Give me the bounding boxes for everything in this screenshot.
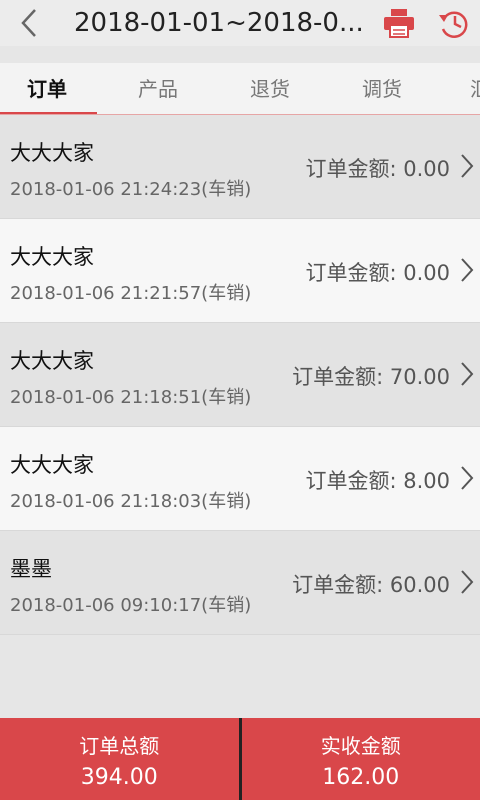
received-amount-box: 实收金额 162.00 [241,718,480,800]
header-bar: 2018-01-01~2018-0... [0,0,480,46]
order-total-box: 订单总额 394.00 [0,718,239,800]
back-chevron-icon [21,9,36,37]
order-time: 2018-01-06 21:24:23(车销) [10,179,252,200]
customer-name: 大大大家 [10,349,94,373]
chevron-right-icon [461,362,474,386]
print-button[interactable] [372,0,426,46]
tab-returns[interactable]: 退货 [220,63,320,114]
back-button[interactable] [0,0,60,46]
tab-orders[interactable]: 订单 [0,63,97,114]
received-amount-label: 实收金额 [320,734,401,758]
order-row[interactable]: 大大大家 2018-01-06 21:18:51(车销) 订单金额: 70.00 [0,323,480,427]
order-row[interactable]: 大大大家 2018-01-06 21:21:57(车销) 订单金额: 0.00 [0,219,480,323]
customer-name: 墨墨 [10,557,52,581]
summary-footer: 订单总额 394.00 实收金额 162.00 [0,718,480,800]
received-amount-value: 162.00 [322,765,400,790]
tab-label: 调货 [362,77,402,101]
tab-label: 汇 [470,77,480,101]
chevron-right-icon [461,466,474,490]
chevron-right-icon [461,154,474,178]
order-row[interactable]: 墨墨 2018-01-06 09:10:17(车销) 订单金额: 60.00 [0,531,480,635]
order-amount: 订单金额: 60.00 [292,573,450,597]
order-amount: 订单金额: 8.00 [305,469,450,493]
page-title: 2018-01-01~2018-0... [74,8,364,38]
order-time: 2018-01-06 21:21:57(车销) [10,283,252,304]
order-amount: 订单金额: 0.00 [305,157,450,181]
tab-label: 产品 [138,77,178,101]
order-list: 大大大家 2018-01-06 21:24:23(车销) 订单金额: 0.00 … [0,115,480,635]
order-time: 2018-01-06 09:10:17(车销) [10,595,252,616]
tab-label: 订单 [27,77,67,101]
tab-summary[interactable]: 汇 [446,63,480,114]
tab-label: 退货 [250,77,290,101]
customer-name: 大大大家 [10,245,94,269]
order-row[interactable]: 大大大家 2018-01-06 21:18:03(车销) 订单金额: 8.00 [0,427,480,531]
customer-name: 大大大家 [10,453,94,477]
order-total-label: 订单总额 [79,734,160,758]
tab-products[interactable]: 产品 [108,63,208,114]
chevron-right-icon [461,570,474,594]
order-time: 2018-01-06 21:18:51(车销) [10,387,252,408]
tab-bar: 订单 产品 退货 调货 汇 [0,63,480,115]
history-icon [439,11,468,38]
order-amount: 订单金额: 0.00 [305,261,450,285]
order-total-value: 394.00 [80,765,158,790]
customer-name: 大大大家 [10,141,94,165]
chevron-right-icon [461,258,474,282]
print-icon [384,9,414,38]
order-time: 2018-01-06 21:18:03(车销) [10,491,252,512]
history-button[interactable] [426,0,480,46]
order-amount: 订单金额: 70.00 [292,365,450,389]
order-row[interactable]: 大大大家 2018-01-06 21:24:23(车销) 订单金额: 0.00 [0,115,480,219]
tab-transfers[interactable]: 调货 [332,63,432,114]
